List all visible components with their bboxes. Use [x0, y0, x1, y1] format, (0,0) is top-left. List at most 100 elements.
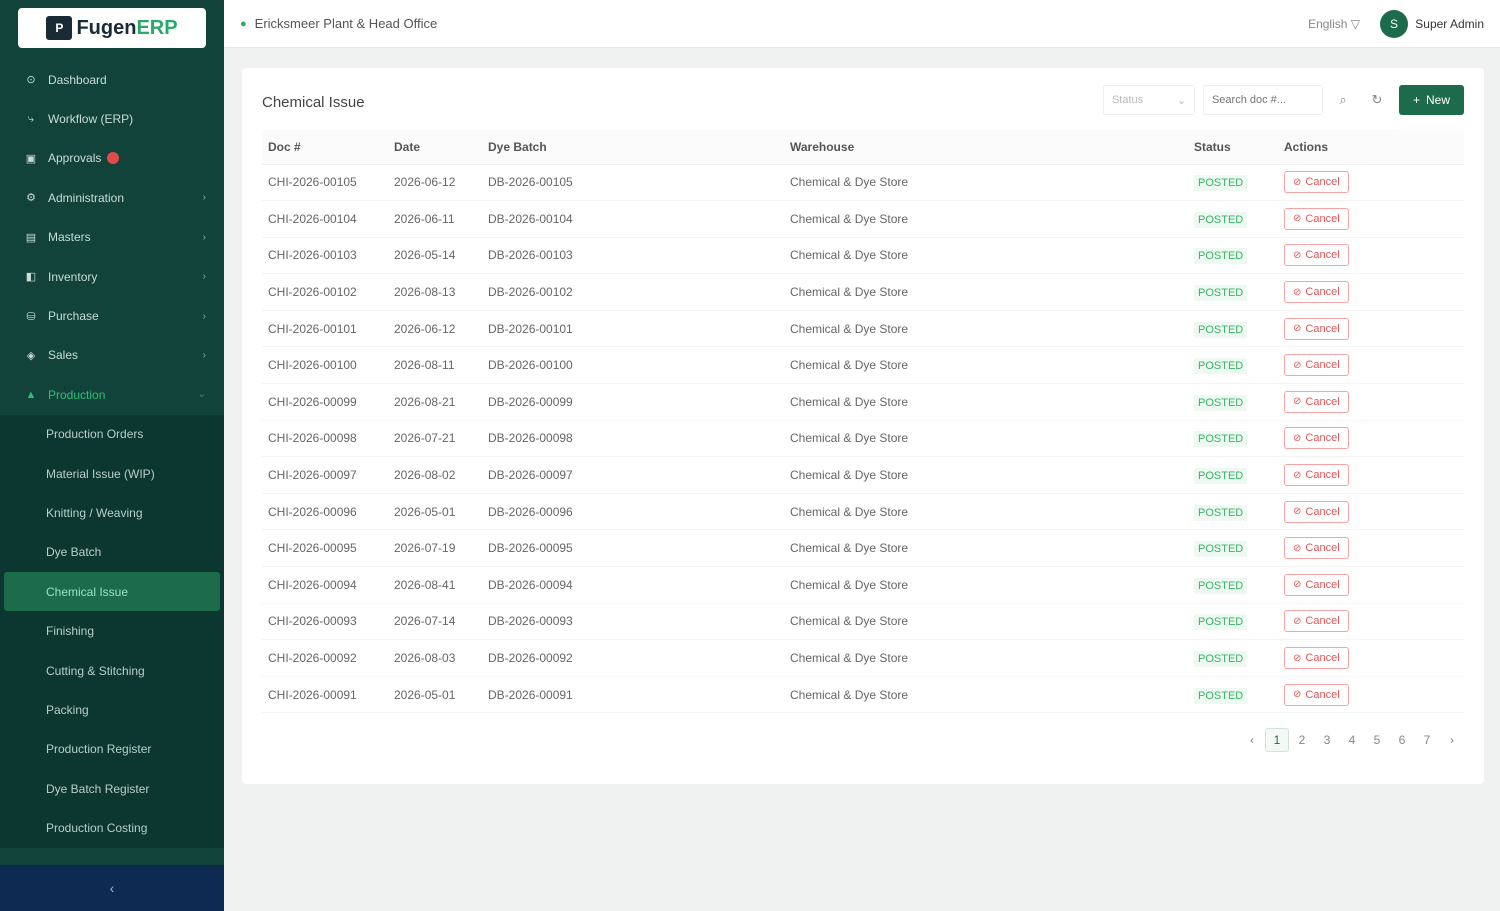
sidebar-collapse-button[interactable]: ‹: [0, 865, 224, 911]
cancel-button[interactable]: ⊘ Cancel: [1284, 244, 1349, 267]
sidebar-subitem[interactable]: Packing: [0, 690, 224, 729]
sidebar-item-inventory[interactable]: ◧ Inventory ›: [0, 257, 224, 296]
sidebar-item-label: Production: [48, 387, 106, 402]
cell-warehouse: Chemical & Dye Store: [784, 273, 1188, 311]
table-row[interactable]: CHI-2026-00104 2026-06-11 DB-2026-00104 Che…: [262, 200, 1464, 238]
sidebar-item-approvals[interactable]: ▣ Approvals: [0, 139, 224, 178]
cell-warehouse: Chemical & Dye Store: [784, 310, 1188, 348]
user-name[interactable]: Super Admin: [1415, 17, 1484, 31]
cancel-label: Cancel: [1305, 395, 1340, 408]
cancel-button[interactable]: ⊘ Cancel: [1284, 354, 1349, 377]
sidebar-subitem[interactable]: Cutting & Stitching: [0, 651, 224, 690]
column-header-warehouse[interactable]: Warehouse: [784, 130, 1188, 165]
table-row[interactable]: CHI-2026-00102 2026-08-13 DB-2026-00102 Che…: [262, 273, 1464, 311]
table-row[interactable]: CHI-2026-00100 2026-08-11 DB-2026-00100 Che…: [262, 346, 1464, 385]
cancel-button[interactable]: ⊘ Cancel: [1284, 683, 1349, 706]
cell-date: 2026-05-14: [388, 237, 482, 275]
cell-warehouse: Chemical & Dye Store: [784, 237, 1188, 275]
cancel-button[interactable]: ⊘ Cancel: [1284, 281, 1349, 304]
chevron-right-icon: ›: [202, 349, 206, 361]
cancel-button[interactable]: ⊘ Cancel: [1284, 207, 1349, 230]
pagination-page[interactable]: 6: [1390, 728, 1414, 752]
cancel-button[interactable]: ⊘ Cancel: [1284, 647, 1349, 670]
table-row[interactable]: CHI-2026-00094 2026-08-41 DB-2026-00094 Che…: [262, 566, 1464, 604]
sidebar-subitem[interactable]: Finishing: [0, 611, 224, 650]
table-row[interactable]: CHI-2026-00105 2026-06-12 DB-2026-00105 Che…: [262, 164, 1464, 202]
sidebar-item-workflow[interactable]: ⤷ Workflow (ERP): [0, 99, 224, 138]
search-icon[interactable]: ⌕: [1329, 85, 1357, 115]
sidebar-subitem[interactable]: Material Issue (WIP): [0, 454, 224, 493]
status-filter[interactable]: Status ⌄: [1102, 85, 1195, 115]
sidebar-item-label: Dashboard: [48, 72, 107, 87]
column-header-date[interactable]: Date: [388, 130, 482, 165]
cancel-button[interactable]: ⊘ Cancel: [1284, 464, 1349, 487]
cancel-label: Cancel: [1305, 469, 1340, 482]
location-selector[interactable]: Ericksmeer Plant & Head Office: [255, 16, 438, 31]
cancel-icon: ⊘: [1293, 689, 1302, 701]
sidebar-item-masters[interactable]: ▤ Masters ›: [0, 218, 224, 257]
chevron-down-icon: ⌄: [197, 389, 206, 401]
column-header-dye-batch[interactable]: Dye Batch: [482, 130, 784, 165]
cancel-button[interactable]: ⊘ Cancel: [1284, 390, 1349, 413]
pagination-prev-button[interactable]: ‹: [1240, 728, 1264, 752]
cancel-button[interactable]: ⊘ Cancel: [1284, 427, 1349, 450]
sidebar-subitem[interactable]: Dye Batch Register: [0, 769, 224, 808]
table-row[interactable]: CHI-2026-00096 2026-05-01 DB-2026-00096 Che…: [262, 493, 1464, 531]
table-row[interactable]: CHI-2026-00101 2026-06-12 DB-2026-00101 Che…: [262, 310, 1464, 348]
cell-status: POSTED: [1188, 383, 1278, 421]
sidebar-item-purchase[interactable]: ⛁ Purchase ›: [0, 296, 224, 335]
table-row[interactable]: CHI-2026-00092 2026-08-03 DB-2026-00092 Che…: [262, 639, 1464, 677]
pagination-page[interactable]: 1: [1265, 728, 1289, 752]
pagination-page[interactable]: 5: [1365, 728, 1389, 752]
new-button[interactable]: + New: [1398, 85, 1464, 115]
pagination-page[interactable]: 4: [1340, 728, 1364, 752]
cell-doc: CHI-2026-00104: [262, 200, 388, 238]
sidebar-item-dashboard[interactable]: ⊙ Dashboard: [0, 60, 224, 99]
pagination-page[interactable]: 3: [1315, 728, 1339, 752]
sidebar-subitem[interactable]: Knitting / Weaving: [0, 493, 224, 532]
cancel-button[interactable]: ⊘ Cancel: [1284, 317, 1349, 340]
pagination-next-button[interactable]: ›: [1440, 728, 1464, 752]
cell-date: 2026-08-21: [388, 383, 482, 421]
language-selector[interactable]: English ▽: [1308, 17, 1360, 31]
table-row[interactable]: CHI-2026-00095 2026-07-19 DB-2026-00095 Che…: [262, 529, 1464, 568]
app-logo[interactable]: P Fugen ERP: [18, 8, 206, 48]
table-row[interactable]: CHI-2026-00098 2026-07-21 DB-2026-00098 Che…: [262, 420, 1464, 458]
sidebar-item-label: Administration: [48, 190, 125, 205]
sidebar-subitem[interactable]: Production Costing: [0, 808, 224, 847]
cancel-button[interactable]: ⊘ Cancel: [1284, 171, 1349, 194]
sidebar-item-sales[interactable]: ◈ Sales ›: [0, 336, 224, 375]
column-header-doc[interactable]: Doc #: [262, 130, 388, 165]
sidebar-item-label: Masters: [48, 230, 91, 245]
search-input[interactable]: [1202, 85, 1323, 115]
column-header-status[interactable]: Status: [1188, 130, 1278, 165]
status-badge: POSTED: [1194, 577, 1248, 594]
cancel-button[interactable]: ⊘ Cancel: [1284, 610, 1349, 633]
sidebar-subitem[interactable]: Production Register: [0, 730, 224, 769]
cancel-icon: ⊘: [1293, 286, 1302, 298]
table-row[interactable]: CHI-2026-00093 2026-07-14 DB-2026-00093 Che…: [262, 603, 1464, 641]
pagination-page[interactable]: 7: [1415, 728, 1439, 752]
sidebar-subitem-active[interactable]: Chemical Issue: [4, 572, 220, 612]
cell-status: POSTED: [1188, 273, 1278, 311]
table-row[interactable]: CHI-2026-00103 2026-05-14 DB-2026-00103 Che…: [262, 237, 1464, 275]
cancel-button[interactable]: ⊘ Cancel: [1284, 537, 1349, 560]
cell-warehouse: Chemical & Dye Store: [784, 603, 1188, 641]
sidebar-subitem[interactable]: Dye Batch: [0, 533, 224, 572]
cancel-button[interactable]: ⊘ Cancel: [1284, 500, 1349, 523]
cancel-icon: ⊘: [1293, 469, 1302, 481]
approvals-icon: ▣: [25, 152, 37, 165]
refresh-icon[interactable]: ↻: [1363, 85, 1391, 115]
sidebar-item-label: Sales: [48, 348, 79, 363]
table-row[interactable]: CHI-2026-00099 2026-08-21 DB-2026-00099 Che…: [262, 383, 1464, 421]
sidebar-item-administration[interactable]: ⚙ Administration ›: [0, 178, 224, 217]
cancel-icon: ⊘: [1293, 323, 1302, 335]
cancel-button[interactable]: ⊘ Cancel: [1284, 573, 1349, 596]
cancel-icon: ⊘: [1293, 432, 1302, 444]
sidebar-item-production[interactable]: ▲ Production ⌄: [0, 375, 224, 414]
pagination-page[interactable]: 2: [1290, 728, 1314, 752]
sidebar-subitem[interactable]: Production Orders: [0, 415, 224, 454]
table-row[interactable]: CHI-2026-00097 2026-08-02 DB-2026-00097 Che…: [262, 456, 1464, 494]
avatar[interactable]: S: [1380, 9, 1408, 38]
table-row[interactable]: CHI-2026-00091 2026-05-01 DB-2026-00091 Che…: [262, 676, 1464, 714]
